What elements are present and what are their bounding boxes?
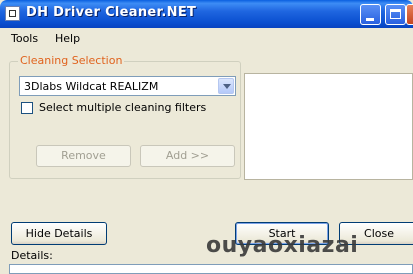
menu-bar: Tools Help: [0, 28, 413, 49]
add-button[interactable]: Add >>: [140, 145, 235, 167]
menu-help[interactable]: Help: [55, 32, 80, 45]
minimize-button[interactable]: [360, 4, 381, 25]
details-label: Details:: [11, 249, 53, 262]
driver-dropdown[interactable]: 3Dlabs Wildcat REALIZM: [19, 76, 236, 96]
remove-button[interactable]: Remove: [36, 145, 131, 167]
driver-dropdown-value: 3Dlabs Wildcat REALIZM: [24, 80, 159, 93]
chevron-down-icon[interactable]: [218, 78, 234, 94]
watermark: ouyaoxiazai: [206, 233, 359, 258]
maximize-button[interactable]: [385, 4, 406, 25]
window-title: DH Driver Cleaner.NET: [26, 5, 197, 20]
hide-details-button[interactable]: Hide Details: [11, 222, 107, 245]
app-icon[interactable]: [5, 6, 20, 21]
multiple-filters-checkbox[interactable]: [21, 102, 33, 114]
menu-tools[interactable]: Tools: [11, 32, 38, 45]
maximize-icon: [390, 9, 401, 19]
minimize-icon: [366, 18, 374, 21]
multiple-filters-label[interactable]: Select multiple cleaning filters: [39, 101, 206, 114]
title-bar[interactable]: DH Driver Cleaner.NET: [0, 0, 413, 28]
details-textbox[interactable]: [9, 264, 413, 274]
filter-list[interactable]: [244, 73, 413, 180]
cleaning-selection-legend: Cleaning Selection: [18, 54, 125, 67]
close-window-button[interactable]: [406, 4, 413, 25]
